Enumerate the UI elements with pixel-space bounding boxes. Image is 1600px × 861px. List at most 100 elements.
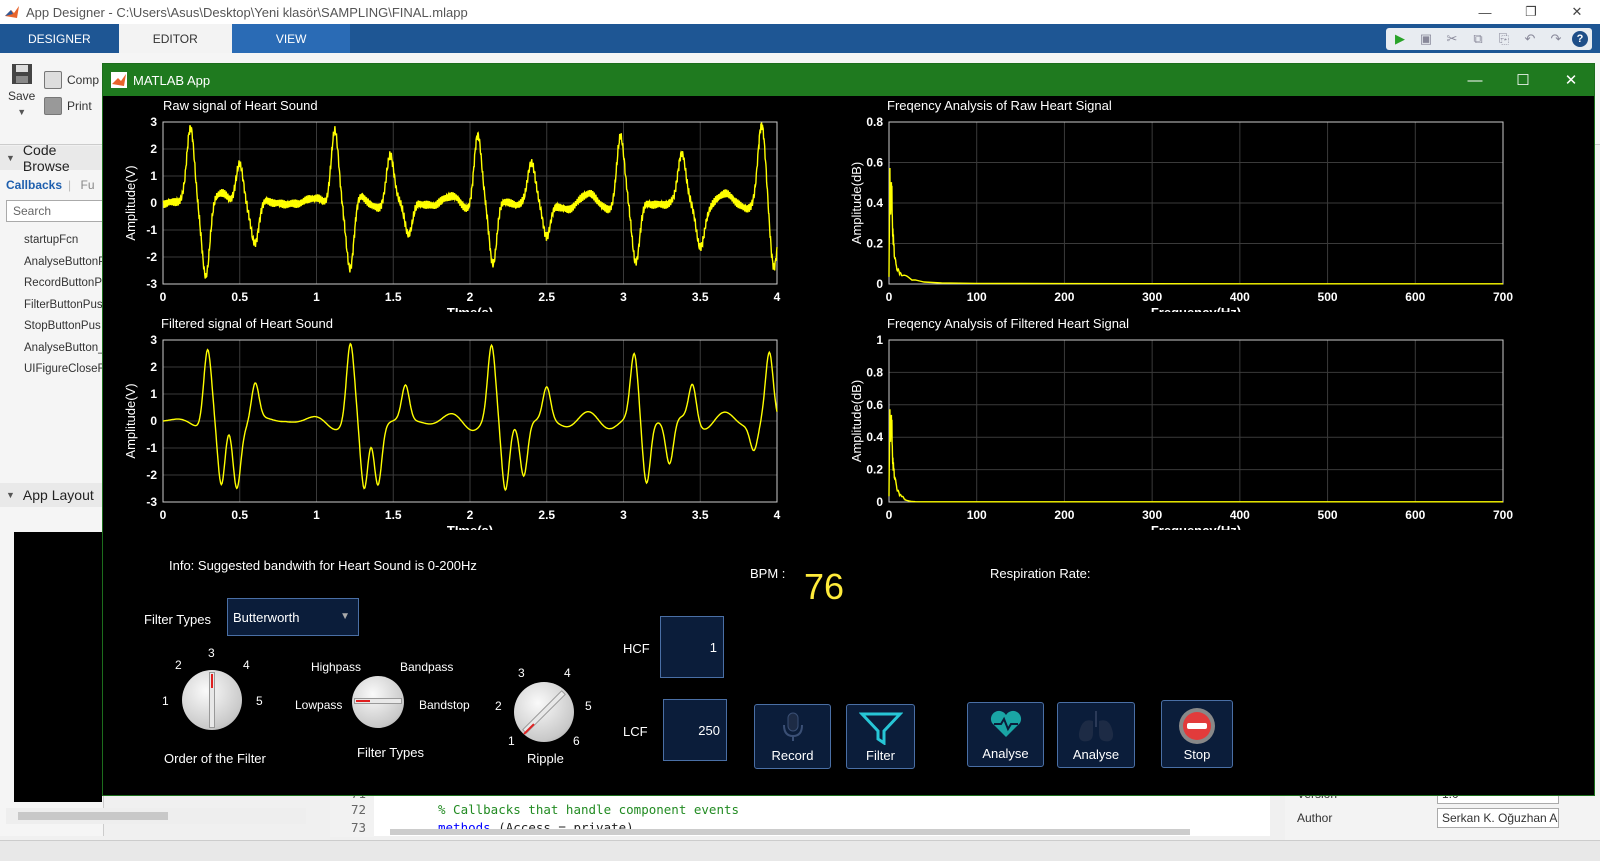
x-tick-label: 2.5: [538, 290, 555, 304]
lungs-icon: [1078, 711, 1114, 742]
list-item[interactable]: UIFigureCloseR: [0, 359, 104, 381]
app-layout-header[interactable]: ▼ App Layout: [0, 483, 104, 507]
scrollbar-thumb[interactable]: [18, 812, 168, 820]
lcf-label: LCF: [623, 724, 648, 739]
minimize-icon[interactable]: —: [1452, 64, 1498, 96]
y-tick-label: 2: [150, 142, 157, 156]
minimize-icon[interactable]: —: [1462, 0, 1508, 24]
x-tick-label: 300: [1142, 508, 1162, 522]
chevron-down-icon: ▼: [17, 107, 27, 117]
hcf-label: HCF: [623, 641, 650, 656]
code-browser-header[interactable]: ▼ Code Browse: [0, 142, 104, 174]
x-axis-label: TIme(s): [447, 305, 493, 312]
knob-tick-label: 5: [256, 694, 263, 708]
raw-signal-plot[interactable]: 0 0.5 1 1.5 2 2.5 3 3.5 4 3 2 1 0 -1 -2 -3 TIme(s) Amplit…: [117, 112, 787, 312]
filter-button[interactable]: Filter: [846, 704, 915, 769]
search-input[interactable]: Search: [6, 200, 104, 222]
y-tick-label: 0.8: [866, 365, 883, 379]
matlab-logo-icon: [5, 6, 19, 18]
line-number: 73: [350, 820, 366, 835]
y-tick-label: 1: [876, 333, 883, 347]
restore-icon[interactable]: ❐: [1508, 0, 1554, 24]
x-tick-label: 500: [1318, 508, 1338, 522]
analyse-heart-button[interactable]: Analyse: [967, 702, 1044, 767]
tab-functions[interactable]: Fu: [81, 178, 95, 192]
maximize-icon[interactable]: ☐: [1500, 64, 1546, 96]
hcf-field[interactable]: 1: [660, 616, 724, 678]
list-item[interactable]: FilterButtonPus: [0, 295, 104, 317]
x-tick-label: 0: [160, 508, 167, 522]
run-icon[interactable]: ▶: [1390, 30, 1410, 48]
undo-icon[interactable]: ↶: [1520, 30, 1540, 48]
y-axis-label: Amplitude(V): [123, 165, 138, 240]
stop-button[interactable]: Stop: [1161, 700, 1233, 768]
filter-type-dropdown[interactable]: Butterworth ▼: [227, 598, 359, 636]
x-tick-label: 300: [1142, 290, 1162, 304]
quick-access-toolbar: ▶ ▣ ✂ ⧉ ⎘ ↶ ↷ ?: [1386, 28, 1592, 50]
lcf-field[interactable]: 250: [663, 699, 727, 761]
cut-icon[interactable]: ✂: [1442, 30, 1462, 48]
code-browser-title: Code Browse: [22, 142, 70, 174]
filtered-fft-plot[interactable]: 0 100 200 300 400 500 600 700 1 0.8 0.6 0.4 0.2 0 Freq…: [843, 330, 1513, 530]
stop-icon: [1179, 708, 1215, 744]
series-line: [888, 409, 1503, 503]
y-tick-label: 0.2: [866, 237, 883, 251]
knob-tick-label: 1: [162, 694, 169, 708]
order-knob-group: 1 2 3 4 5: [153, 646, 283, 766]
y-tick-label: 0.6: [866, 398, 883, 412]
knob-tick-label: Lowpass: [295, 698, 343, 712]
record-button[interactable]: Record: [754, 704, 831, 769]
tab-callbacks[interactable]: Callbacks: [6, 178, 62, 192]
analyse-heart-label: Analyse: [982, 746, 1029, 761]
filtered-signal-plot[interactable]: 0 0.5 1 1.5 2 2.5 3 3.5 4 3 2 1 0 -1 -2 -3 TIme(s) Amplit…: [117, 330, 787, 530]
y-axis-label: Amplitude(V): [123, 383, 138, 458]
horizontal-scrollbar[interactable]: [6, 808, 306, 824]
x-axis-label: TIme(s): [447, 523, 493, 530]
code-browser-tabs: Callbacks | Fu: [6, 178, 95, 192]
list-item[interactable]: startupFcn: [0, 230, 104, 252]
y-tick-label: 1: [150, 387, 157, 401]
collapse-triangle-icon: ▼: [6, 490, 15, 500]
help-icon[interactable]: ?: [1572, 31, 1588, 47]
respiration-label: Respiration Rate:: [990, 566, 1091, 581]
stop-label: Stop: [1183, 747, 1211, 762]
save-button[interactable]: Save ▼: [8, 63, 35, 117]
x-tick-label: 1: [313, 290, 320, 304]
tab-editor[interactable]: EDITOR: [118, 24, 232, 53]
list-item[interactable]: StopButtonPus: [0, 316, 104, 338]
paste-icon[interactable]: ⎘: [1494, 30, 1514, 48]
tab-designer[interactable]: DESIGNER: [0, 24, 119, 53]
ripple-knob[interactable]: [514, 682, 574, 742]
callback-list: startupFcn AnalyseButtonP RecordButtonPu…: [0, 230, 104, 381]
component-properties: Version 1.0 Author Serkan K. Oğuzhan A.: [1285, 784, 1600, 840]
close-icon[interactable]: ✕: [1554, 0, 1600, 24]
author-field[interactable]: Serkan K. Oğuzhan A.: [1437, 808, 1559, 828]
raw-fft-plot[interactable]: 0 100 200 300 400 500 600 700 0.8 0.6 0.4 0.2 0 Frequ…: [843, 112, 1513, 312]
list-item[interactable]: AnalyseButtonP: [0, 252, 104, 274]
save-icon[interactable]: ▣: [1416, 30, 1436, 48]
redo-icon[interactable]: ↷: [1546, 30, 1566, 48]
filtered-fft-title: Freqency Analysis of Filtered Heart Sign…: [887, 316, 1130, 331]
app-layout-thumbnail[interactable]: [14, 532, 102, 802]
filter-types-label: Filter Types: [144, 612, 211, 627]
knob-tick-label: Highpass: [311, 660, 362, 674]
copy-icon[interactable]: ⧉: [1468, 30, 1488, 48]
order-knob[interactable]: [182, 670, 242, 730]
print-button[interactable]: Print: [44, 97, 92, 115]
filter-type-knob[interactable]: [352, 676, 404, 728]
compare-button[interactable]: Comp: [44, 71, 99, 89]
knob-tick-label: 2: [495, 699, 502, 713]
close-icon[interactable]: ✕: [1548, 64, 1594, 96]
knob-tick-label: Bandstop: [419, 698, 470, 712]
analyse-lungs-button[interactable]: Analyse: [1057, 702, 1135, 768]
y-tick-label: -1: [146, 441, 157, 455]
list-item[interactable]: AnalyseButton_: [0, 338, 104, 360]
list-item[interactable]: RecordButtonPu: [0, 273, 104, 295]
y-tick-label: 0.8: [866, 115, 883, 129]
y-tick-label: -1: [146, 223, 157, 237]
y-tick-label: -2: [146, 468, 157, 482]
y-tick-label: -2: [146, 250, 157, 264]
x-tick-label: 1.5: [385, 290, 402, 304]
tab-view[interactable]: VIEW: [231, 24, 351, 53]
code-horizontal-scrollbar[interactable]: [390, 829, 1190, 835]
